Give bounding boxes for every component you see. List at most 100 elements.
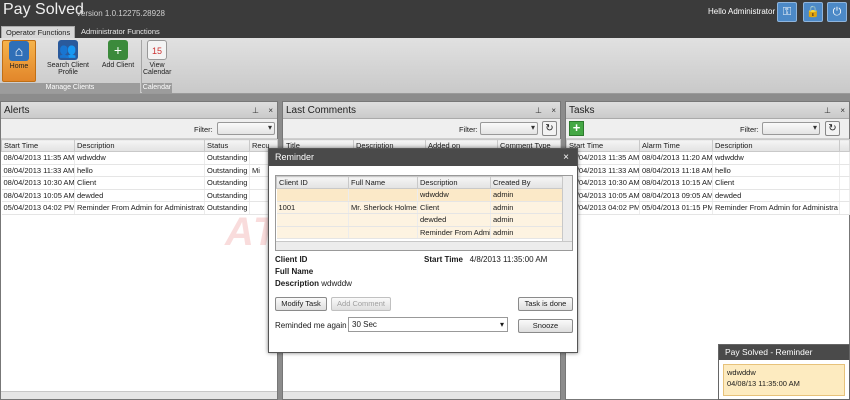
remind-label: Reminded me again in <box>275 321 356 330</box>
table-header-row: Client ID Full Name Description Created … <box>276 176 565 189</box>
cell: Client <box>712 176 840 190</box>
cell: dewded <box>417 213 491 227</box>
horizontal-scrollbar[interactable] <box>276 241 572 250</box>
column-header[interactable]: Client ID <box>276 176 349 189</box>
table-row[interactable]: 08/04/2013 11:35 AM wdwddw Outstanding <box>1 151 278 165</box>
modify-task-button[interactable]: Modify Task <box>275 297 327 311</box>
tab-operator-functions[interactable]: Operator Functions <box>1 26 76 38</box>
horizontal-scrollbar[interactable] <box>1 391 277 399</box>
cell: dewded <box>712 189 840 202</box>
cell: hello <box>74 164 205 177</box>
tasks-header: Tasks ⊥ × <box>566 102 849 119</box>
reminder-table: Client ID Full Name Description Created … <box>276 176 565 239</box>
table-row[interactable]: dewded admin <box>276 213 565 227</box>
cell: Reminder From Admin <box>417 226 491 239</box>
cell: 08/04/2013 10:30 AM <box>1 176 75 190</box>
column-header[interactable]: Description <box>74 139 205 152</box>
column-header <box>839 139 850 152</box>
column-header[interactable]: Start Time <box>1 139 75 152</box>
table-row[interactable]: 08/04/2013 10:05 AM 08/04/2013 09:05 AM de… <box>566 189 850 202</box>
cell: 08/04/2013 09:05 AM <box>639 189 713 202</box>
filter-label: Filter: <box>740 125 759 134</box>
title-bar: Pay Solved Version 1.0.12275.28928 Hello… <box>0 0 850 25</box>
table-row[interactable]: 08/04/2013 11:33 AM hello Outstanding Mi <box>1 164 278 177</box>
cell: 08/04/2013 10:05 AM <box>1 189 75 202</box>
key-icon[interactable]: ⚿ <box>777 2 797 22</box>
power-icon[interactable]: ⏻ <box>827 2 847 22</box>
column-header[interactable]: Alarm Time <box>639 139 713 152</box>
column-header[interactable]: Description <box>417 176 491 189</box>
cell <box>276 213 349 227</box>
add-comment-button[interactable]: Add Comment <box>331 297 391 311</box>
table-row[interactable]: 08/04/2013 10:30 AM 08/04/2013 10:15 AM Cl… <box>566 176 850 190</box>
lock-icon[interactable]: 🔒 <box>803 2 823 22</box>
table-row[interactable]: Reminder From Admin admin <box>276 226 565 239</box>
comments-filter-select[interactable] <box>480 122 538 135</box>
cell: 08/04/2013 11:35 AM <box>1 151 75 165</box>
start-time-field: Start Time 4/8/2013 11:35:00 AM <box>424 255 547 264</box>
ribbon-tab-bar: Operator Functions Administrator Functio… <box>0 25 850 38</box>
cell <box>348 213 418 227</box>
table-row[interactable]: 08/04/2013 10:05 AM dewded Outstanding <box>1 189 278 202</box>
table-row[interactable]: 08/04/2013 10:30 AM Client Outstanding <box>1 176 278 190</box>
pin-icon[interactable]: ⊥ <box>252 102 259 119</box>
cell: Outstanding <box>204 189 250 202</box>
cell: 05/04/2013 04:02 PM <box>1 201 75 215</box>
cell: admin <box>490 226 565 239</box>
column-header[interactable]: Created By <box>490 176 565 189</box>
table-row[interactable]: 08/04/2013 11:33 AM 08/04/2013 11:18 AM he… <box>566 164 850 177</box>
close-icon[interactable]: × <box>840 102 845 119</box>
close-icon[interactable]: × <box>563 149 569 166</box>
column-header[interactable]: Status <box>204 139 250 152</box>
home-button[interactable]: ⌂ Home <box>2 40 36 82</box>
snooze-button[interactable]: Snooze <box>518 319 573 333</box>
cell <box>839 151 850 165</box>
alerts-filter-select[interactable] <box>217 122 275 135</box>
tab-administrator-functions[interactable]: Administrator Functions <box>77 26 164 38</box>
add-client-button[interactable]: + Add Client <box>99 40 137 82</box>
comments-title: Last Comments <box>286 105 357 116</box>
table-row[interactable]: 1001 Mr. Sherlock Holmes Client admin <box>276 201 565 214</box>
add-task-icon[interactable]: + <box>569 121 584 136</box>
view-calendar-label: View Calendar <box>143 62 172 76</box>
search-client-profile-button[interactable]: 👥 Search Client Profile <box>44 40 92 82</box>
cell <box>348 188 418 202</box>
refresh-icon[interactable]: ↻ <box>542 121 557 136</box>
cell: wdwddw <box>712 151 840 165</box>
tasks-title: Tasks <box>569 105 595 116</box>
calendar-icon: 15 <box>147 40 167 60</box>
table-row[interactable]: 05/04/2013 04:02 PM 05/04/2013 01:15 PM Re… <box>566 201 850 215</box>
horizontal-scrollbar[interactable] <box>283 391 560 399</box>
close-icon[interactable]: × <box>268 102 273 119</box>
cell: Reminder From Admin for Administrator <box>74 201 205 215</box>
refresh-icon[interactable]: ↻ <box>825 121 840 136</box>
cell <box>348 226 418 239</box>
column-header[interactable]: Full Name <box>348 176 418 189</box>
table-row[interactable]: wdwddw admin <box>276 188 565 202</box>
alerts-title: Alerts <box>4 105 30 116</box>
remind-interval-select[interactable]: 30 Sec <box>348 317 508 332</box>
cell: Outstanding <box>204 151 250 165</box>
start-time-label: Start Time <box>424 255 463 264</box>
cell: Reminder From Admin for Administra <box>712 201 840 215</box>
pin-icon[interactable]: ⊥ <box>824 102 831 119</box>
tasks-filter-select[interactable] <box>762 122 820 135</box>
client-id-label: Client ID <box>275 255 308 264</box>
column-header[interactable]: Description <box>712 139 840 152</box>
vertical-scrollbar[interactable] <box>562 176 572 242</box>
alerts-table: Start Time Description Status Recu 08/04… <box>1 139 278 215</box>
close-icon[interactable]: × <box>551 102 556 119</box>
task-done-button[interactable]: Task is done <box>518 297 573 311</box>
cell: 08/04/2013 11:18 AM <box>639 164 713 177</box>
cell: 1001 <box>276 201 349 214</box>
cell: Outstanding <box>204 176 250 190</box>
cell <box>276 188 349 202</box>
cell: hello <box>712 164 840 177</box>
view-calendar-button[interactable]: 15 View Calendar <box>143 40 171 82</box>
pin-icon[interactable]: ⊥ <box>535 102 542 119</box>
app-version: Version 1.0.12275.28928 <box>76 9 165 18</box>
description-value: wdwddw <box>321 279 352 288</box>
filter-label: Filter: <box>194 125 213 134</box>
table-row[interactable]: 08/04/2013 11:35 AM 08/04/2013 11:20 AM wd… <box>566 151 850 165</box>
reminder-toast[interactable]: Pay Solved - Reminder wdwddw 04/08/13 11… <box>718 344 850 400</box>
